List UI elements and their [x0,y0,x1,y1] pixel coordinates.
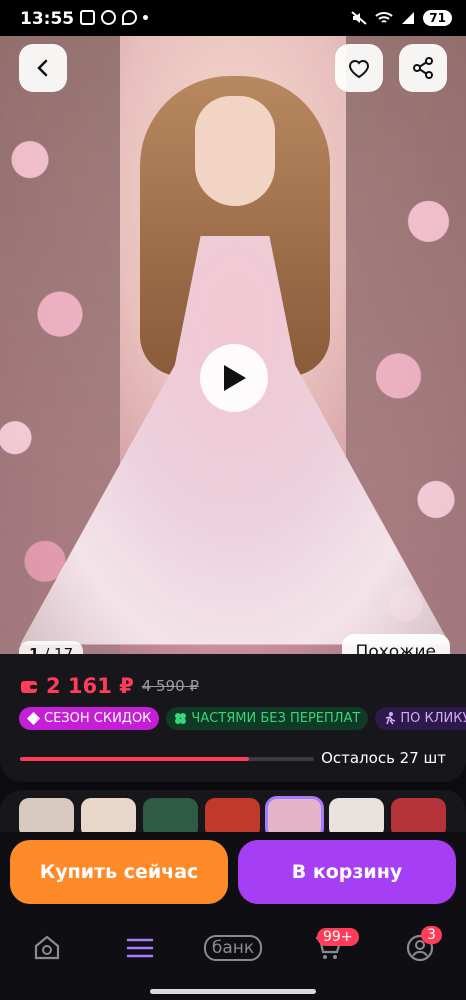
product-info-card: 2 161 ₽ 4 590 ₽ СЕЗОН СКИДОК ЧАСТЯМИ БЕЗ… [0,654,466,782]
chip-season-sale[interactable]: СЕЗОН СКИДОК [19,707,160,730]
nav-catalog[interactable] [115,928,165,968]
stock-remaining-label: Осталось 27 шт [321,749,446,767]
nav-profile[interactable]: 3 [395,926,445,968]
favorite-button[interactable] [335,44,383,92]
chip-season-sale-label: СЕЗОН СКИДОК [44,711,152,726]
messenger-icon [101,10,116,25]
notification-icons [80,10,148,25]
chip-installments-label: ЧАСТЯМИ БЕЗ ПЕРЕПЛАТ [191,711,361,726]
promo-chips: СЕЗОН СКИДОК ЧАСТЯМИ БЕЗ ПЕРЕПЛАТ ПО КЛИ… [19,707,466,730]
system-icons: 71 [351,10,452,26]
back-button[interactable] [19,44,67,92]
installments-icon [175,713,187,724]
similar-button[interactable]: Похожие [341,634,450,654]
bottom-navigation: банк 99+ 3 [0,916,466,1000]
purchase-actions: Купить сейчас В корзину [0,832,466,916]
share-icon [413,57,433,79]
image-counter-current: 1 [29,645,40,654]
nav-home[interactable] [22,928,72,968]
status-bar: 13:55 71 [0,0,466,36]
home-indicator[interactable] [150,989,316,994]
image-counter-total: 17 [54,645,74,654]
stock-progress-fill [20,757,250,761]
image-counter-separator: / [44,645,55,654]
heart-icon [348,60,370,79]
screenshot-icon [80,10,95,25]
current-price: 2 161 ₽ [46,674,134,698]
nav-bank[interactable]: банк [200,928,266,968]
menu-icon [126,938,154,958]
cart-badge: 99+ [317,928,359,946]
product-gallery[interactable]: 1 / 17 Похожие [0,36,466,654]
runner-icon [386,712,396,725]
share-button[interactable] [399,44,447,92]
home-search-icon [34,935,60,960]
gallery-photo-face [195,96,275,206]
chevron-left-icon [37,59,48,77]
wallet-icon [21,681,37,693]
play-video-button[interactable] [200,344,268,412]
bank-label: банк [203,935,263,961]
chat-icon [122,10,137,25]
wifi-icon [375,12,393,23]
signal-icon [402,12,415,24]
old-price: 4 590 ₽ [141,677,199,695]
add-to-cart-button[interactable]: В корзину [238,840,456,904]
mute-icon [351,11,367,25]
chip-one-click-label: ПО КЛИКУ [400,711,466,726]
battery-indicator: 71 [423,10,452,26]
image-counter: 1 / 17 [19,641,84,654]
profile-badge: 3 [421,926,442,944]
nav-cart[interactable]: 99+ [303,928,359,968]
buy-now-button[interactable]: Купить сейчас [10,840,228,904]
chip-installments[interactable]: ЧАСТЯМИ БЕЗ ПЕРЕПЛАТ [166,707,369,730]
more-notifications-icon [143,15,148,20]
price-row: 2 161 ₽ 4 590 ₽ [20,674,199,698]
stock-progress-bar [20,757,314,761]
status-time: 13:55 [20,9,75,29]
play-icon [224,365,246,391]
chip-one-click[interactable]: ПО КЛИКУ [375,707,466,730]
tag-icon [27,712,40,725]
